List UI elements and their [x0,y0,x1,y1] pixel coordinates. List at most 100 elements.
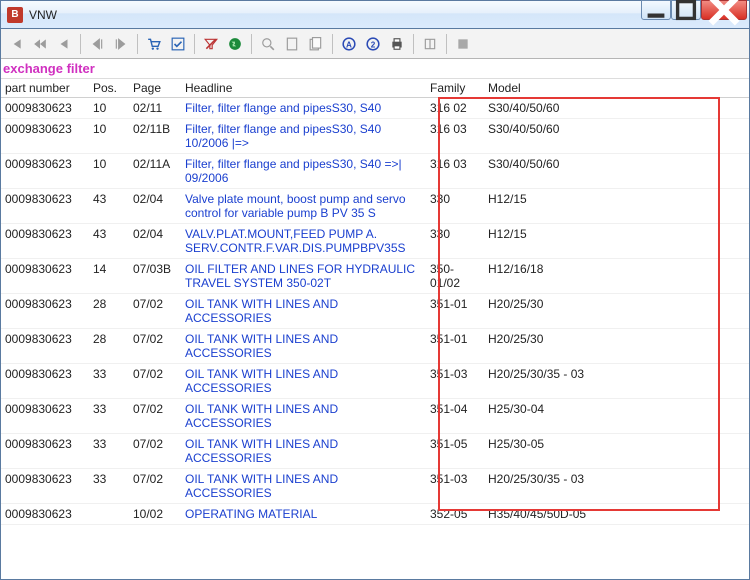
stop-icon[interactable] [452,33,474,55]
cell-family: 351-04 [426,399,484,434]
cell-pos: 28 [89,294,129,329]
cell-family: 352-05 [426,504,484,525]
pages-icon[interactable] [305,33,327,55]
table-row[interactable]: 00098306234302/04Valve plate mount, boos… [1,189,749,224]
col-family[interactable]: Family [426,79,484,98]
close-button[interactable] [701,0,747,20]
cell-page: 10/02 [129,504,181,525]
cell-headline: OIL TANK WITH LINES AND ACCESSORIES [181,434,426,469]
no-filter-icon[interactable] [200,33,222,55]
cell-pos: 10 [89,154,129,189]
cell-part-number: 0009830623 [1,434,89,469]
book-icon[interactable] [419,33,441,55]
cell-pos: 43 [89,189,129,224]
table-row[interactable]: 00098306231407/03BOIL FILTER AND LINES F… [1,259,749,294]
cell-model: S30/40/50/60 [484,98,749,119]
cell-model: H12/15 [484,189,749,224]
results-table: part number Pos. Page Headline Family Mo… [1,79,749,525]
cell-family: 330 [426,224,484,259]
cart-icon[interactable] [143,33,165,55]
skip-fwd-icon[interactable] [110,33,132,55]
cell-part-number: 0009830623 [1,294,89,329]
table-row[interactable]: 000983062310/02OPERATING MATERIAL352-05H… [1,504,749,525]
col-model[interactable]: Model [484,79,749,98]
cell-page: 07/02 [129,329,181,364]
cell-headline: OIL TANK WITH LINES AND ACCESSORIES [181,329,426,364]
zoom-icon[interactable] [257,33,279,55]
cell-headline: Filter, filter flange and pipesS30, S40 … [181,119,426,154]
table-row[interactable]: 00098306231002/11Filter, filter flange a… [1,98,749,119]
table-row[interactable]: 00098306234302/04VALV.PLAT.MOUNT,FEED PU… [1,224,749,259]
toolbar-sep [137,34,138,54]
cell-headline: Valve plate mount, boost pump and servo … [181,189,426,224]
cell-part-number: 0009830623 [1,399,89,434]
table-row[interactable]: 00098306232807/02OIL TANK WITH LINES AND… [1,329,749,364]
cell-headline: VALV.PLAT.MOUNT,FEED PUMP A. SERV.CONTR.… [181,224,426,259]
toolbar-sep [80,34,81,54]
minimize-button[interactable] [641,0,671,20]
maximize-button[interactable] [671,0,701,20]
filter-title: exchange filter [1,59,749,79]
cell-pos: 10 [89,98,129,119]
first-record-icon[interactable] [5,33,27,55]
cell-pos: 14 [89,259,129,294]
cell-headline: OIL FILTER AND LINES FOR HYDRAULIC TRAVE… [181,259,426,294]
cell-family: 351-01 [426,294,484,329]
skip-back-icon[interactable] [86,33,108,55]
col-part-number[interactable]: part number [1,79,89,98]
cell-part-number: 0009830623 [1,504,89,525]
cell-part-number: 0009830623 [1,259,89,294]
col-headline[interactable]: Headline [181,79,426,98]
cell-headline: OIL TANK WITH LINES AND ACCESSORIES [181,364,426,399]
table-header-row: part number Pos. Page Headline Family Mo… [1,79,749,98]
checklist-icon[interactable] [167,33,189,55]
cell-model: H20/25/30/35 - 03 [484,469,749,504]
target-a-icon[interactable]: A [338,33,360,55]
svg-text:2: 2 [371,40,376,49]
cell-page: 02/04 [129,189,181,224]
toolbar-sep [332,34,333,54]
target-2-icon[interactable]: 2 [362,33,384,55]
cell-family: 351-03 [426,364,484,399]
cell-model: H25/30-04 [484,399,749,434]
cell-model: S30/40/50/60 [484,119,749,154]
app-window: B VNW A 2 [0,0,750,580]
col-page[interactable]: Page [129,79,181,98]
cell-page: 07/03B [129,259,181,294]
cell-part-number: 0009830623 [1,98,89,119]
globe-icon[interactable] [224,33,246,55]
table-row[interactable]: 00098306231002/11AFilter, filter flange … [1,154,749,189]
results-grid[interactable]: part number Pos. Page Headline Family Mo… [1,79,749,579]
table-row[interactable]: 00098306233307/02OIL TANK WITH LINES AND… [1,434,749,469]
cell-part-number: 0009830623 [1,364,89,399]
table-row[interactable]: 00098306231002/11BFilter, filter flange … [1,119,749,154]
cell-part-number: 0009830623 [1,189,89,224]
cell-pos: 33 [89,364,129,399]
cell-model: H20/25/30 [484,294,749,329]
table-row[interactable]: 00098306233307/02OIL TANK WITH LINES AND… [1,364,749,399]
cell-model: H12/16/18 [484,259,749,294]
window-title: VNW [29,8,747,22]
cell-page: 02/11 [129,98,181,119]
cell-model: S30/40/50/60 [484,154,749,189]
table-row[interactable]: 00098306232807/02OIL TANK WITH LINES AND… [1,294,749,329]
cell-model: H20/25/30 [484,329,749,364]
prev-record-icon[interactable] [53,33,75,55]
cell-model: H35/40/45/50D-05 [484,504,749,525]
fast-back-icon[interactable] [29,33,51,55]
cell-part-number: 0009830623 [1,119,89,154]
cell-pos: 33 [89,399,129,434]
titlebar: B VNW [1,1,749,29]
cell-page: 02/11B [129,119,181,154]
table-row[interactable]: 00098306233307/02OIL TANK WITH LINES AND… [1,399,749,434]
print-icon[interactable] [386,33,408,55]
table-row[interactable]: 00098306233307/02OIL TANK WITH LINES AND… [1,469,749,504]
page-icon[interactable] [281,33,303,55]
cell-part-number: 0009830623 [1,469,89,504]
cell-part-number: 0009830623 [1,224,89,259]
cell-pos [89,504,129,525]
cell-headline: Filter, filter flange and pipesS30, S40 [181,98,426,119]
cell-page: 07/02 [129,364,181,399]
col-pos[interactable]: Pos. [89,79,129,98]
cell-family: 351-05 [426,434,484,469]
